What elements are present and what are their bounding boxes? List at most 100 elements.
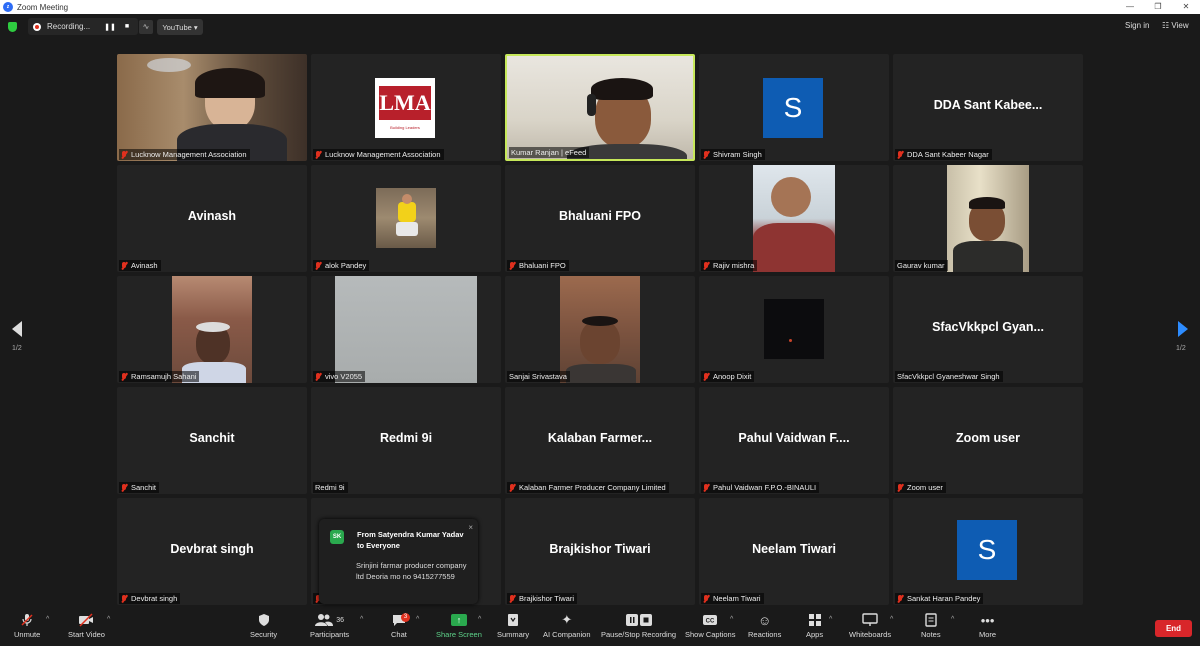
participant-tile[interactable]: Lucknow Management Association xyxy=(117,54,307,161)
youtube-livestream-button[interactable]: YouTube ▾ xyxy=(157,19,203,35)
participant-tile[interactable]: Bhaluani FPO Bhaluani FPO xyxy=(505,165,695,272)
more-button[interactable]: ••• More xyxy=(979,610,996,646)
participant-tile[interactable]: Redmi 9i Redmi 9i xyxy=(311,387,501,494)
muted-mic-icon xyxy=(121,150,127,159)
share-screen-button[interactable]: ↑ Share Screen xyxy=(436,610,482,646)
participant-tile[interactable]: alok Pandey xyxy=(311,165,501,272)
participant-tile[interactable]: Sanjai Srivastava xyxy=(505,276,695,383)
avatar: S xyxy=(957,520,1017,580)
chat-options-caret[interactable]: ^ xyxy=(416,616,419,623)
captions-icon: CC xyxy=(702,610,718,630)
participant-video xyxy=(376,188,436,248)
unmute-button[interactable]: Unmute xyxy=(14,610,40,646)
stop-recording-button[interactable]: ■ xyxy=(125,23,129,30)
summary-button[interactable]: Summary xyxy=(497,610,529,646)
encryption-shield-icon[interactable] xyxy=(8,22,17,32)
share-options-caret[interactable]: ^ xyxy=(478,616,481,623)
muted-mic-icon xyxy=(897,483,903,492)
sign-in-link[interactable]: Sign in xyxy=(1125,21,1149,30)
page-indicator-left: 1/2 xyxy=(12,345,22,352)
show-captions-button[interactable]: CC Show Captions xyxy=(685,610,735,646)
participant-name-tag: Neelam Tiwari xyxy=(701,593,764,604)
start-video-button[interactable]: Start Video xyxy=(68,610,105,646)
participants-options-caret[interactable]: ^ xyxy=(360,616,363,623)
minimize-button[interactable]: — xyxy=(1116,0,1144,14)
close-window-button[interactable]: ✕ xyxy=(1172,0,1200,14)
participant-name-tag: Kalaban Farmer Producer Company Limited xyxy=(507,482,669,493)
participant-tile[interactable]: Brajkishor Tiwari Brajkishor Tiwari xyxy=(505,498,695,605)
participant-name-tag: Anoop Dixit xyxy=(701,371,755,382)
participant-tile[interactable]: Sanchit Sanchit xyxy=(117,387,307,494)
participant-display-name: DDA Sant Kabee... xyxy=(933,98,1043,112)
participant-tile[interactable]: DDA Sant Kabee... DDA Sant Kabeer Nagar xyxy=(893,54,1083,161)
end-meeting-button[interactable]: End xyxy=(1155,620,1192,637)
participant-display-name: Avinash xyxy=(187,209,237,223)
notes-button[interactable]: Notes xyxy=(921,610,941,646)
livestream-icon[interactable]: ∿ xyxy=(139,20,153,34)
active-speaker-tile[interactable]: Kumar Ranjan | eFeed xyxy=(505,54,695,161)
ai-companion-button[interactable]: ✦ AI Companion xyxy=(543,610,591,646)
participants-button[interactable]: 36 Participants xyxy=(310,610,349,646)
audio-options-caret[interactable]: ^ xyxy=(46,616,49,623)
sender-avatar: SK xyxy=(330,530,344,544)
participant-name-tag: Bhaluani FPO xyxy=(507,260,569,271)
lma-logo: LMA Building Leaders xyxy=(375,78,435,138)
participant-tile[interactable]: S Sankat Haran Pandey xyxy=(893,498,1083,605)
participant-display-name: Bhaluani FPO xyxy=(559,209,641,223)
prev-page-arrow-icon[interactable] xyxy=(12,321,22,337)
pause-stop-recording-button[interactable]: Pause/Stop Recording xyxy=(601,610,676,646)
view-button[interactable]: ☷ View xyxy=(1162,21,1189,30)
share-screen-icon: ↑ xyxy=(450,610,467,630)
captions-options-caret[interactable]: ^ xyxy=(730,616,733,623)
muted-mic-icon xyxy=(703,372,709,381)
apps-options-caret[interactable]: ^ xyxy=(829,616,832,623)
participant-tile[interactable]: Pahul Vaidwan F.... Pahul Vaidwan F.P.O.… xyxy=(699,387,889,494)
whiteboards-options-caret[interactable]: ^ xyxy=(890,616,893,623)
maximize-button[interactable]: ❐ xyxy=(1144,0,1172,14)
participant-video xyxy=(172,276,252,383)
pause-recording-button[interactable]: ❚❚ xyxy=(104,23,116,31)
whiteboards-button[interactable]: Whiteboards xyxy=(849,610,891,646)
participant-tile[interactable]: vivo V2055 xyxy=(311,276,501,383)
summary-icon xyxy=(507,610,519,630)
participant-name-tag: SfacVkkpcl Gyaneshwar Singh xyxy=(895,371,1003,382)
participant-tile[interactable]: Zoom user Zoom user xyxy=(893,387,1083,494)
participant-tile[interactable]: Anoop Dixit xyxy=(699,276,889,383)
reactions-button[interactable]: ☺ Reactions xyxy=(748,610,781,646)
participant-tile[interactable]: Neelam Tiwari Neelam Tiwari xyxy=(699,498,889,605)
participant-tile[interactable]: Ramsamujh Sahani xyxy=(117,276,307,383)
participant-tile[interactable]: Kalaban Farmer... Kalaban Farmer Produce… xyxy=(505,387,695,494)
participant-name-tag: Lucknow Management Association xyxy=(119,149,250,160)
window-controls: — ❐ ✕ xyxy=(1116,0,1200,14)
participant-name-tag: Rajiv mishra xyxy=(701,260,758,271)
participant-tile[interactable]: Rajiv mishra xyxy=(699,165,889,272)
video-off-icon xyxy=(78,610,94,630)
muted-mic-icon xyxy=(121,261,127,270)
page-indicator-right: 1/2 xyxy=(1176,345,1186,352)
muted-mic-icon xyxy=(121,483,127,492)
chat-unread-badge: 3 xyxy=(401,613,410,622)
notes-icon xyxy=(925,610,937,630)
participants-icon: 36 xyxy=(315,610,344,630)
participant-video xyxy=(117,54,307,161)
participant-tile[interactable]: Avinash Avinash xyxy=(117,165,307,272)
muted-mic-icon xyxy=(121,594,127,603)
security-button[interactable]: Security xyxy=(250,610,277,646)
participant-tile[interactable]: S Shivram Singh xyxy=(699,54,889,161)
participant-tile[interactable]: SfacVkkpcl Gyan... SfacVkkpcl Gyaneshwar… xyxy=(893,276,1083,383)
participant-tile[interactable]: Gaurav kumar xyxy=(893,165,1083,272)
muted-mic-icon xyxy=(509,483,515,492)
shield-icon xyxy=(258,610,270,630)
apps-button[interactable]: Apps xyxy=(806,610,823,646)
notes-options-caret[interactable]: ^ xyxy=(951,616,954,623)
next-page-arrow-icon[interactable] xyxy=(1178,321,1188,337)
pause-stop-icon xyxy=(625,610,653,630)
chat-notification[interactable]: SK From Satyendra Kumar Yadav to Everyon… xyxy=(319,519,478,604)
participant-display-name: Redmi 9i xyxy=(379,431,433,445)
participant-tile[interactable]: LMA Building Leaders Lucknow Management … xyxy=(311,54,501,161)
participant-tile[interactable]: Devbrat singh Devbrat singh xyxy=(117,498,307,605)
close-icon[interactable]: × xyxy=(468,523,473,532)
participant-display-name: Kalaban Farmer... xyxy=(547,431,653,445)
participant-video xyxy=(764,299,824,359)
video-options-caret[interactable]: ^ xyxy=(107,616,110,623)
